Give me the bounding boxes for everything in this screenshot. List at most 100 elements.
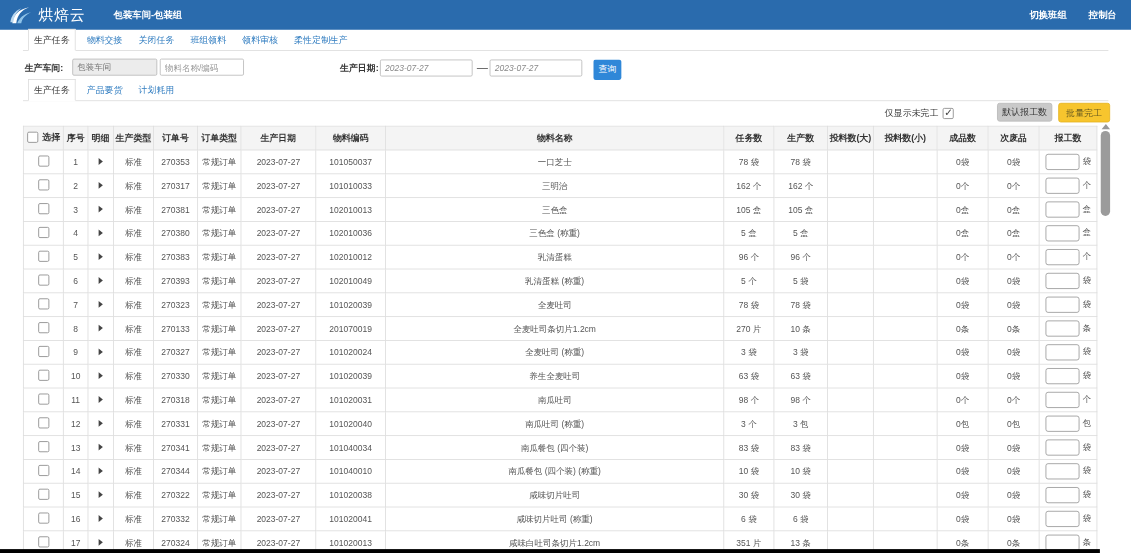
material-name-link[interactable]: 乳清蛋糕 <box>385 245 723 269</box>
material-name-link[interactable]: 三色盒 <box>385 198 723 222</box>
report-count-input[interactable] <box>1045 344 1079 360</box>
prod-qty-link[interactable]: 98 个 <box>774 388 828 412</box>
switch-team-link[interactable]: 切换班组 <box>1029 9 1066 22</box>
expand-icon[interactable] <box>99 372 103 379</box>
prod-qty-link[interactable]: 78 袋 <box>774 150 828 174</box>
row-checkbox[interactable] <box>38 513 49 524</box>
row-checkbox[interactable] <box>38 203 49 214</box>
prod-qty-link[interactable]: 105 盒 <box>774 198 828 222</box>
order-no-link[interactable]: 270330 <box>153 364 197 388</box>
material-name-link[interactable]: 养生全麦吐司 <box>385 364 723 388</box>
order-no-link[interactable]: 270318 <box>153 388 197 412</box>
order-no-link[interactable]: 270344 <box>153 459 197 483</box>
material-name-link[interactable]: 三明治 <box>385 174 723 198</box>
order-no-link[interactable]: 270393 <box>153 269 197 293</box>
expand-icon[interactable] <box>99 301 103 308</box>
expand-icon[interactable] <box>99 349 103 356</box>
material-name-link[interactable]: 南瓜吐司 <box>385 388 723 412</box>
report-count-input[interactable] <box>1045 487 1079 503</box>
expand-icon[interactable] <box>99 230 103 237</box>
row-checkbox[interactable] <box>38 441 49 452</box>
row-checkbox[interactable] <box>38 536 49 547</box>
sub-tab[interactable]: 生产任务 <box>28 79 76 101</box>
prod-qty-link[interactable]: 78 袋 <box>774 293 828 317</box>
report-count-input[interactable] <box>1045 392 1079 408</box>
prod-qty-link[interactable]: 83 袋 <box>774 436 828 460</box>
row-checkbox[interactable] <box>38 465 49 476</box>
expand-icon[interactable] <box>99 206 103 213</box>
row-checkbox[interactable] <box>38 298 49 309</box>
expand-icon[interactable] <box>99 515 103 522</box>
report-count-input[interactable] <box>1045 154 1079 170</box>
material-search-input[interactable] <box>160 59 244 76</box>
main-tab[interactable]: 生产任务 <box>28 29 76 51</box>
report-count-input[interactable] <box>1045 249 1079 265</box>
prod-qty-link[interactable]: 3 袋 <box>774 340 828 364</box>
row-checkbox[interactable] <box>38 322 49 333</box>
order-no-link[interactable]: 270327 <box>153 340 197 364</box>
report-count-input[interactable] <box>1045 201 1079 217</box>
row-checkbox[interactable] <box>38 489 49 500</box>
report-count-input[interactable] <box>1045 439 1079 455</box>
expand-icon[interactable] <box>99 277 103 284</box>
main-tab[interactable]: 柔性定制生产 <box>289 30 353 50</box>
prod-qty-link[interactable]: 10 袋 <box>774 459 828 483</box>
report-count-input[interactable] <box>1045 320 1079 336</box>
prod-qty-link[interactable]: 3 包 <box>774 412 828 436</box>
select-all-checkbox[interactable] <box>27 132 38 143</box>
prod-qty-link[interactable]: 30 袋 <box>774 483 828 507</box>
sub-tab[interactable]: 产品要货 <box>82 80 128 100</box>
prod-qty-link[interactable]: 5 盒 <box>774 221 828 245</box>
report-count-input[interactable] <box>1045 297 1079 313</box>
main-tab[interactable]: 领料审核 <box>237 30 283 50</box>
row-checkbox[interactable] <box>38 394 49 405</box>
order-no-link[interactable]: 270133 <box>153 317 197 341</box>
only-unfinished-toggle[interactable]: 仅显示未完工 <box>885 107 954 119</box>
material-name-link[interactable]: 南瓜餐包 (四个装) (称重) <box>385 459 723 483</box>
row-checkbox[interactable] <box>38 156 49 167</box>
order-no-link[interactable]: 270331 <box>153 412 197 436</box>
prod-qty-link[interactable]: 10 条 <box>774 317 828 341</box>
report-count-input[interactable] <box>1045 273 1079 289</box>
material-name-link[interactable]: 全麦吐司 (称重) <box>385 340 723 364</box>
order-no-link[interactable]: 270353 <box>153 150 197 174</box>
row-checkbox[interactable] <box>38 179 49 190</box>
prod-qty-link[interactable]: 96 个 <box>774 245 828 269</box>
row-checkbox[interactable] <box>38 275 49 286</box>
report-count-input[interactable] <box>1045 463 1079 479</box>
scroll-up-icon[interactable] <box>1101 124 1110 129</box>
main-tab[interactable]: 班组领料 <box>185 30 231 50</box>
order-no-link[interactable]: 270323 <box>153 293 197 317</box>
material-name-link[interactable]: 全麦吐司 <box>385 293 723 317</box>
workshop-filter-input[interactable] <box>72 59 157 76</box>
expand-icon[interactable] <box>99 396 103 403</box>
row-checkbox[interactable] <box>38 417 49 428</box>
row-checkbox[interactable] <box>38 370 49 381</box>
material-name-link[interactable]: 咸味切片吐司 <box>385 483 723 507</box>
expand-icon[interactable] <box>99 253 103 260</box>
expand-icon[interactable] <box>99 539 103 546</box>
material-name-link[interactable]: 全麦吐司条切片1.2cm <box>385 317 723 341</box>
only-unfinished-checkbox[interactable] <box>943 108 954 119</box>
report-count-input[interactable] <box>1045 368 1079 384</box>
order-no-link[interactable]: 270317 <box>153 174 197 198</box>
expand-icon[interactable] <box>99 158 103 165</box>
row-checkbox[interactable] <box>38 227 49 238</box>
order-no-link[interactable]: 270381 <box>153 198 197 222</box>
prod-qty-link[interactable]: 162 个 <box>774 174 828 198</box>
prod-qty-link[interactable]: 5 袋 <box>774 269 828 293</box>
date-from-input[interactable] <box>380 60 473 77</box>
report-count-input[interactable] <box>1045 511 1079 527</box>
report-count-input[interactable] <box>1045 225 1079 241</box>
row-checkbox[interactable] <box>38 251 49 262</box>
scrollbar-thumb[interactable] <box>1101 131 1110 216</box>
main-tab[interactable]: 物料交接 <box>82 30 128 50</box>
material-name-link[interactable]: 三色盒 (称重) <box>385 221 723 245</box>
order-no-link[interactable]: 270380 <box>153 221 197 245</box>
vertical-scrollbar[interactable] <box>1101 124 1110 216</box>
material-name-link[interactable]: 乳清蛋糕 (称重) <box>385 269 723 293</box>
batch-finish-button[interactable]: 批量完工 <box>1058 103 1110 123</box>
topbar-workshop-nav[interactable]: 包装车间-包装组 <box>113 9 182 22</box>
report-count-input[interactable] <box>1045 178 1079 194</box>
order-no-link[interactable]: 270322 <box>153 483 197 507</box>
